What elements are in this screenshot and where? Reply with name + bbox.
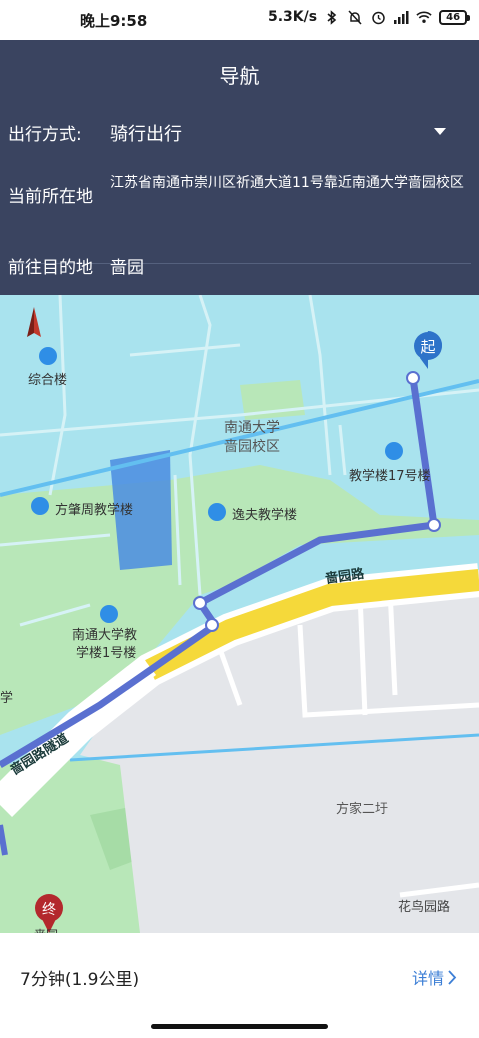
travel-mode-select[interactable]: 骑行出行 [110, 120, 182, 146]
start-marker-label: 起 [420, 338, 435, 356]
travel-mode-row[interactable]: 出行方式: 骑行出行 [0, 120, 479, 150]
map-view[interactable]: 起 终 综合楼 南通大学 啬园校区 教学楼17号楼 方肇周教学楼 逸夫教学楼 南… [0, 295, 479, 933]
map-label-fangzhaozhou: 方肇周教学楼 [55, 502, 133, 518]
status-bar: 晚上9:58 5.3K/s 46 [0, 0, 479, 40]
map-label-fangjia: 方家二圩 [336, 801, 388, 817]
signal-icon [393, 9, 409, 25]
map-label-yifu: 逸夫教学楼 [232, 507, 297, 523]
map-label-campus-line1: 南通大学 [224, 420, 280, 436]
alarm-icon [370, 9, 386, 25]
travel-mode-label: 出行方式: [8, 125, 82, 145]
current-location-label: 当前所在地 [8, 187, 93, 207]
home-indicator[interactable] [151, 1024, 328, 1029]
current-location-value: 江苏省南通市崇川区祈通大道11号靠近南通大学啬园校区 [110, 175, 464, 191]
page-title: 导航 [219, 64, 260, 88]
end-marker-label: 终 [42, 902, 56, 918]
network-speed: 5.3K/s [268, 9, 318, 25]
destination-row[interactable]: 前往目的地 啬园 [0, 253, 479, 283]
destination-value[interactable]: 啬园 [110, 253, 144, 278]
map-label-jiaoxuelou1-line2: 学楼1号楼 [76, 645, 136, 661]
details-label[interactable]: 详情 [412, 965, 444, 989]
route-summary: 7分钟(1.9公里) [20, 970, 140, 990]
details-link[interactable]: 详情 [412, 965, 457, 989]
chevron-right-icon[interactable] [448, 969, 457, 985]
map-label-campus-line2: 啬园校区 [224, 438, 280, 455]
navigation-header: 导航 出行方式: 骑行出行 当前所在地 江苏省南通市崇川区祈通大道11号靠近南通… [0, 40, 479, 295]
map-label-zonghelou: 综合楼 [28, 373, 67, 388]
status-time: 晚上9:58 [80, 12, 148, 30]
destination-label: 前往目的地 [8, 258, 93, 278]
mute-bell-icon [347, 9, 363, 25]
map-label-jiaoxuelou1-line1: 南通大学教 [72, 627, 137, 643]
map-label-jiaoxuelou17: 教学楼17号楼 [349, 468, 431, 484]
wifi-icon [416, 9, 432, 25]
route-summary-bar: 7分钟(1.9公里) 详情 [0, 933, 479, 1038]
current-location-row: 当前所在地 江苏省南通市崇川区祈通大道11号靠近南通大学啬园校区 [0, 174, 479, 218]
map-label-huaniao: 花鸟园路 [398, 899, 450, 915]
status-icons: 5.3K/s 46 [268, 9, 471, 25]
chevron-down-icon[interactable] [434, 128, 446, 135]
bluetooth-icon [324, 9, 340, 25]
battery-icon: 46 [439, 9, 471, 25]
map-label-xue: 学 [0, 690, 13, 706]
